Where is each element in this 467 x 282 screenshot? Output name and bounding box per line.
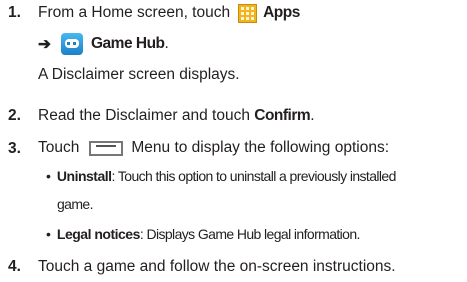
bullet-marker: • bbox=[46, 226, 51, 242]
step-3-text-2: Menu to display the following options: bbox=[131, 139, 390, 156]
bullet-uninstall-cont: game. bbox=[57, 196, 94, 212]
step-2-number: 2. bbox=[8, 107, 21, 124]
legal-notices-text: : Displays Game Hub legal information. bbox=[139, 226, 361, 242]
step-2-period: . bbox=[310, 107, 315, 124]
step-1-note: A Disclaimer screen displays. bbox=[38, 66, 240, 83]
step-2-line: Read the Disclaimer and touch Confirm. bbox=[38, 107, 315, 125]
step-1-line: From a Home screen, touch Apps bbox=[38, 2, 300, 24]
confirm-label: Confirm bbox=[254, 107, 311, 124]
step-4-text: Touch a game and follow the on-screen in… bbox=[38, 258, 396, 275]
arrow-right-icon: ➔ bbox=[38, 35, 51, 53]
step-4-number: 4. bbox=[8, 258, 21, 275]
apps-label: Apps bbox=[263, 4, 300, 21]
bullet-legal: • Legal notices: Displays Game Hub legal… bbox=[46, 226, 360, 242]
menu-key-icon bbox=[89, 140, 124, 156]
step-2-text: Read the Disclaimer and touch bbox=[38, 107, 250, 124]
uninstall-text: : Touch this option to uninstall a previ… bbox=[111, 168, 397, 184]
game-controller-icon bbox=[61, 33, 83, 55]
step-1-number: 1. bbox=[8, 4, 21, 21]
apps-grid-icon bbox=[238, 3, 258, 23]
step-3-text: Touch bbox=[38, 139, 80, 156]
step-3-number: 3. bbox=[8, 140, 21, 157]
step-1-nav-line: ➔ Game Hub. bbox=[38, 32, 169, 56]
bullet-uninstall: • Uninstall: Touch this option to uninst… bbox=[46, 168, 396, 184]
game-hub-label: Game Hub bbox=[91, 35, 165, 52]
step-1-text: From a Home screen, touch bbox=[38, 4, 231, 21]
legal-notices-label: Legal notices bbox=[56, 226, 140, 242]
step-3-line: Touch Menu to display the following opti… bbox=[38, 138, 389, 158]
step-1-period: . bbox=[164, 35, 169, 52]
uninstall-text-cont: game. bbox=[57, 196, 94, 212]
bullet-marker: • bbox=[46, 168, 51, 184]
uninstall-label: Uninstall bbox=[56, 168, 112, 184]
